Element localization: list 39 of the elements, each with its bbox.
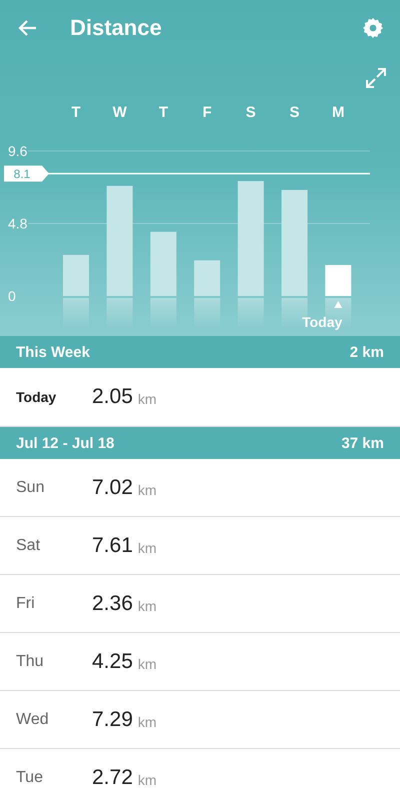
distance-value: 7.29 — [92, 708, 133, 732]
day-label: M — [332, 104, 344, 121]
day-name: Sat — [16, 536, 42, 554]
distance-value: 2.36 — [92, 592, 133, 616]
screen-title: Distance — [70, 15, 163, 41]
distance-unit: km — [138, 656, 157, 672]
day-name: Tue — [16, 768, 44, 786]
day-label: W — [112, 104, 127, 121]
day-name: Sun — [16, 478, 46, 496]
distance-value: 4.25 — [92, 650, 133, 674]
distance-unit: km — [138, 598, 157, 614]
day-label: T — [158, 104, 168, 121]
distance-unit: km — [138, 772, 157, 788]
day-label: T — [71, 104, 81, 121]
section-total: 37 km — [341, 434, 384, 452]
ref-line-label: 8.1 — [14, 167, 31, 182]
distance-value: 7.02 — [92, 476, 133, 500]
distance-unit: km — [138, 540, 157, 556]
day-label: S — [246, 104, 256, 121]
distance-value: 2.05 — [92, 385, 133, 409]
distance-value: 7.61 — [92, 534, 133, 558]
distance-unit: km — [138, 482, 157, 498]
day-name: Wed — [16, 710, 50, 728]
distance-value: 2.72 — [92, 766, 133, 790]
goal-badge: 8.1 — [4, 166, 49, 182]
day-name: Today — [16, 389, 58, 405]
day-name: Thu — [16, 652, 45, 670]
axis-label: 0 — [8, 288, 16, 304]
axis-label: 9.6 — [8, 143, 28, 159]
day-label: S — [290, 104, 300, 121]
distance-unit: km — [138, 714, 157, 730]
today-label: Today — [302, 314, 342, 330]
section-title: Jul 12 - Jul 18 — [16, 434, 114, 452]
axis-label: 4.8 — [8, 216, 28, 232]
distance-unit: km — [138, 391, 157, 407]
day-name: Fri — [16, 594, 36, 612]
day-label: F — [202, 104, 212, 121]
section-total: 2 km — [350, 344, 384, 360]
section-title: This Week — [16, 344, 90, 360]
